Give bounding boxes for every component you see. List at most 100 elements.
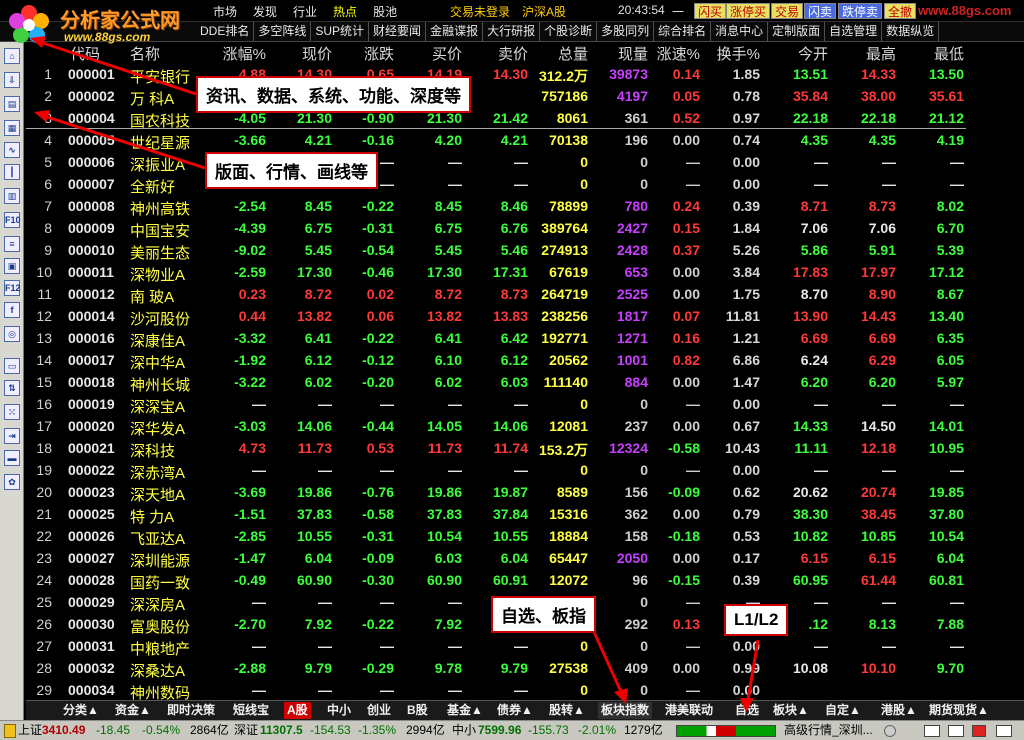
table-row[interactable]: 19 000022 深赤湾A — — — — — 0 0 — 0.00 — — —	[26, 460, 1024, 482]
table-row[interactable]: 5000006深振业A—————00—0.00———	[26, 152, 1024, 174]
limit-down-sell-button[interactable]: 跌停卖	[838, 3, 883, 19]
function-tab-10[interactable]: 定制版面	[768, 22, 826, 41]
column-header-4[interactable]: 涨跌	[344, 43, 394, 64]
function-tab-5[interactable]: 大行研报	[483, 22, 541, 41]
trade-login-status[interactable]: 交易未登录	[450, 3, 510, 20]
keyboard-icon[interactable]	[948, 725, 964, 737]
table-row[interactable]: 12 000014 沙河股份 0.44 13.82 0.06 13.82 13.83 23825…	[26, 306, 1024, 328]
table-row[interactable]: 10 000011 深物业A -2.59 17.30 -0.46 17.30 17.31 676…	[26, 262, 1024, 284]
function-tab-3[interactable]: 财经要闻	[369, 22, 427, 41]
quick-buy-button[interactable]: 闪买	[694, 3, 727, 19]
function-tab-2[interactable]: SUP统计	[311, 22, 370, 41]
report-icon[interactable]: ▤	[4, 96, 20, 112]
table-row[interactable]: 29 000034 神州数码 — — — — —0 0—0.00	[26, 680, 1024, 702]
bottom-tab-3[interactable]: 短线宝	[230, 702, 272, 719]
f12-icon[interactable]: F12	[4, 280, 21, 296]
table-row[interactable]: 2 000002 万 科A 757186 4197 0.05 0.78 35.84 38.00 3…	[26, 86, 1024, 108]
bottom-tab-1[interactable]: 资金▲	[112, 702, 154, 719]
function-tab-4[interactable]: 金融谍报	[426, 22, 484, 41]
notes-icon[interactable]: ▣	[4, 258, 20, 274]
gear-icon[interactable]: ✿	[4, 474, 20, 490]
bar-chart-icon[interactable]: ▥	[4, 188, 20, 204]
list-icon[interactable]: ≡	[4, 236, 20, 252]
menu-item-4[interactable]: 股池	[365, 3, 405, 20]
table-row[interactable]: 3 000004 国农科技 -4.05 21.30 -0.90 21.30 21.42 8061…	[26, 108, 1024, 130]
folder-icon[interactable]: ▭	[4, 358, 20, 374]
bottom-tab-17[interactable]: 期货现货▲	[926, 702, 992, 719]
function-tab-6[interactable]: 个股诊断	[540, 22, 598, 41]
table-row[interactable]: 24 000028 国药一致 -0.49 60.90 -0.30 60.90 60.91 120…	[26, 570, 1024, 592]
column-header-5[interactable]: 买价	[416, 43, 462, 64]
table-row[interactable]: 16 000019 深深宝A — — — — — 0 0 — 0.00 — — —	[26, 394, 1024, 416]
cloud-icon[interactable]	[884, 725, 896, 737]
bottom-tab-9[interactable]: 债券▲	[494, 702, 536, 719]
bottom-tab-10[interactable]: 股转▲	[546, 702, 588, 719]
bottom-tab-6[interactable]: 创业	[364, 702, 394, 719]
bottom-tab-4[interactable]: A股	[284, 702, 311, 719]
table-row[interactable]: 22 000026 飞亚达A -2.85 10.55 -0.31 10.54 10.55 188…	[26, 526, 1024, 548]
bottom-tab-14[interactable]: 板块▲	[770, 702, 812, 719]
table-row[interactable]: 9 000010 美丽生态 -9.02 5.45 -0.54 5.45 5.46 274913 2…	[26, 240, 1024, 262]
column-header-13[interactable]: 最低	[908, 43, 964, 64]
column-header-8[interactable]: 现量	[596, 43, 648, 64]
bottom-tab-13[interactable]: 自选	[732, 702, 762, 719]
table-row[interactable]: 21 000025 特 力A -1.51 37.83 -0.58 37.83 37.84 153…	[26, 504, 1024, 526]
table-row[interactable]: 17 000020 深华发A -3.03 14.06 -0.44 14.05 14.06 120…	[26, 416, 1024, 438]
table-row[interactable]: 13 000016 深康佳A -3.32 6.41 -0.22 6.41 6.42 192771…	[26, 328, 1024, 350]
column-header-2[interactable]: 涨幅%	[212, 43, 266, 64]
function-tab-0[interactable]: DDE排名	[196, 22, 255, 41]
window-icon[interactable]	[924, 725, 940, 737]
bottom-tab-16[interactable]: 港股▲	[878, 702, 920, 719]
bottom-tab-2[interactable]: 即时决策	[164, 702, 218, 719]
bottom-tab-11[interactable]: 板块指数	[598, 702, 653, 719]
column-header-6[interactable]: 卖价	[480, 43, 528, 64]
function-tab-7[interactable]: 多股同列	[597, 22, 655, 41]
candlestick-icon[interactable]: ┃	[4, 164, 20, 180]
table-row[interactable]: 6000007全新好—————00—0.00———	[26, 174, 1024, 196]
f10-icon[interactable]: F10	[4, 212, 21, 228]
menu-item-3[interactable]: 热点	[325, 3, 365, 20]
download-icon[interactable]: ⇩	[4, 72, 20, 88]
print-icon[interactable]: ▬	[4, 450, 20, 466]
column-header-1[interactable]: 名称	[130, 43, 190, 64]
limit-up-buy-button[interactable]: 涨停买	[726, 3, 771, 19]
function-tab-12[interactable]: 数据纵览	[882, 22, 940, 41]
alert-icon[interactable]	[972, 725, 986, 737]
settings-ring-icon[interactable]: ◎	[4, 326, 20, 342]
table-row[interactable]: 7 000008 神州高铁 -2.54 8.45 -0.22 8.45 8.46 78899 78…	[26, 196, 1024, 218]
function-tab-9[interactable]: 消息中心	[711, 22, 769, 41]
table-row[interactable]: 23 000027 深圳能源 -1.47 6.04 -0.09 6.03 6.04 65447 2…	[26, 548, 1024, 570]
table-row[interactable]: 20 000023 深天地A -3.69 19.86 -0.76 19.86 19.87 858…	[26, 482, 1024, 504]
cancel-all-button[interactable]: 全撤	[884, 3, 917, 19]
column-header-3[interactable]: 现价	[280, 43, 332, 64]
bottom-tab-0[interactable]: 分类▲	[60, 702, 102, 719]
menu-item-0[interactable]: 市场	[205, 3, 245, 20]
quick-sell-button[interactable]: 闪卖	[804, 3, 837, 19]
function-tab-11[interactable]: 自选管理	[825, 22, 883, 41]
function-tab-1[interactable]: 多空阵线	[254, 22, 312, 41]
bottom-tab-5[interactable]: 中小	[324, 702, 354, 719]
function-tab-8[interactable]: 综合排名	[654, 22, 712, 41]
column-header-0[interactable]: 代码	[70, 43, 118, 64]
bottom-tab-15[interactable]: 自定▲	[822, 702, 864, 719]
home-icon[interactable]: ⌂	[4, 48, 20, 64]
bottom-tab-12[interactable]: 港美联动	[662, 702, 716, 719]
table-row[interactable]: 18 000021 深科技 4.73 11.73 0.53 11.73 11.74 153.2万…	[26, 438, 1024, 460]
bottom-tab-8[interactable]: 基金▲	[444, 702, 486, 719]
table-row[interactable]: 1 000001 平安银行 4.88 14.30 0.65 14.19 14.30 312.2万…	[26, 64, 1024, 86]
menu-item-2[interactable]: 行业	[285, 3, 325, 20]
table-row[interactable]: 11 000012 南 玻A 0.23 8.72 0.02 8.72 8.73 264719 25…	[26, 284, 1024, 306]
table-icon[interactable]: ▦	[4, 120, 20, 136]
bottom-tab-7[interactable]: B股	[404, 702, 431, 719]
trade-button[interactable]: 交易	[771, 3, 804, 19]
line-chart-icon[interactable]: ∿	[4, 142, 20, 158]
table-row[interactable]: 15 000018 神州长城 -3.22 6.02 -0.20 6.02 6.03 111140…	[26, 372, 1024, 394]
column-header-9[interactable]: 涨速%	[654, 43, 700, 64]
export-icon[interactable]: ⇥	[4, 428, 20, 444]
table-row[interactable]: 27 000031 中粮地产 — — — — — 0 0 — 0.00 — — —	[26, 636, 1024, 658]
dice-icon[interactable]: ⁙	[4, 404, 20, 420]
column-header-10[interactable]: 换手%	[712, 43, 760, 64]
menu-icon[interactable]	[996, 725, 1012, 737]
column-header-12[interactable]: 最高	[842, 43, 896, 64]
formula-icon[interactable]: f	[4, 302, 20, 318]
